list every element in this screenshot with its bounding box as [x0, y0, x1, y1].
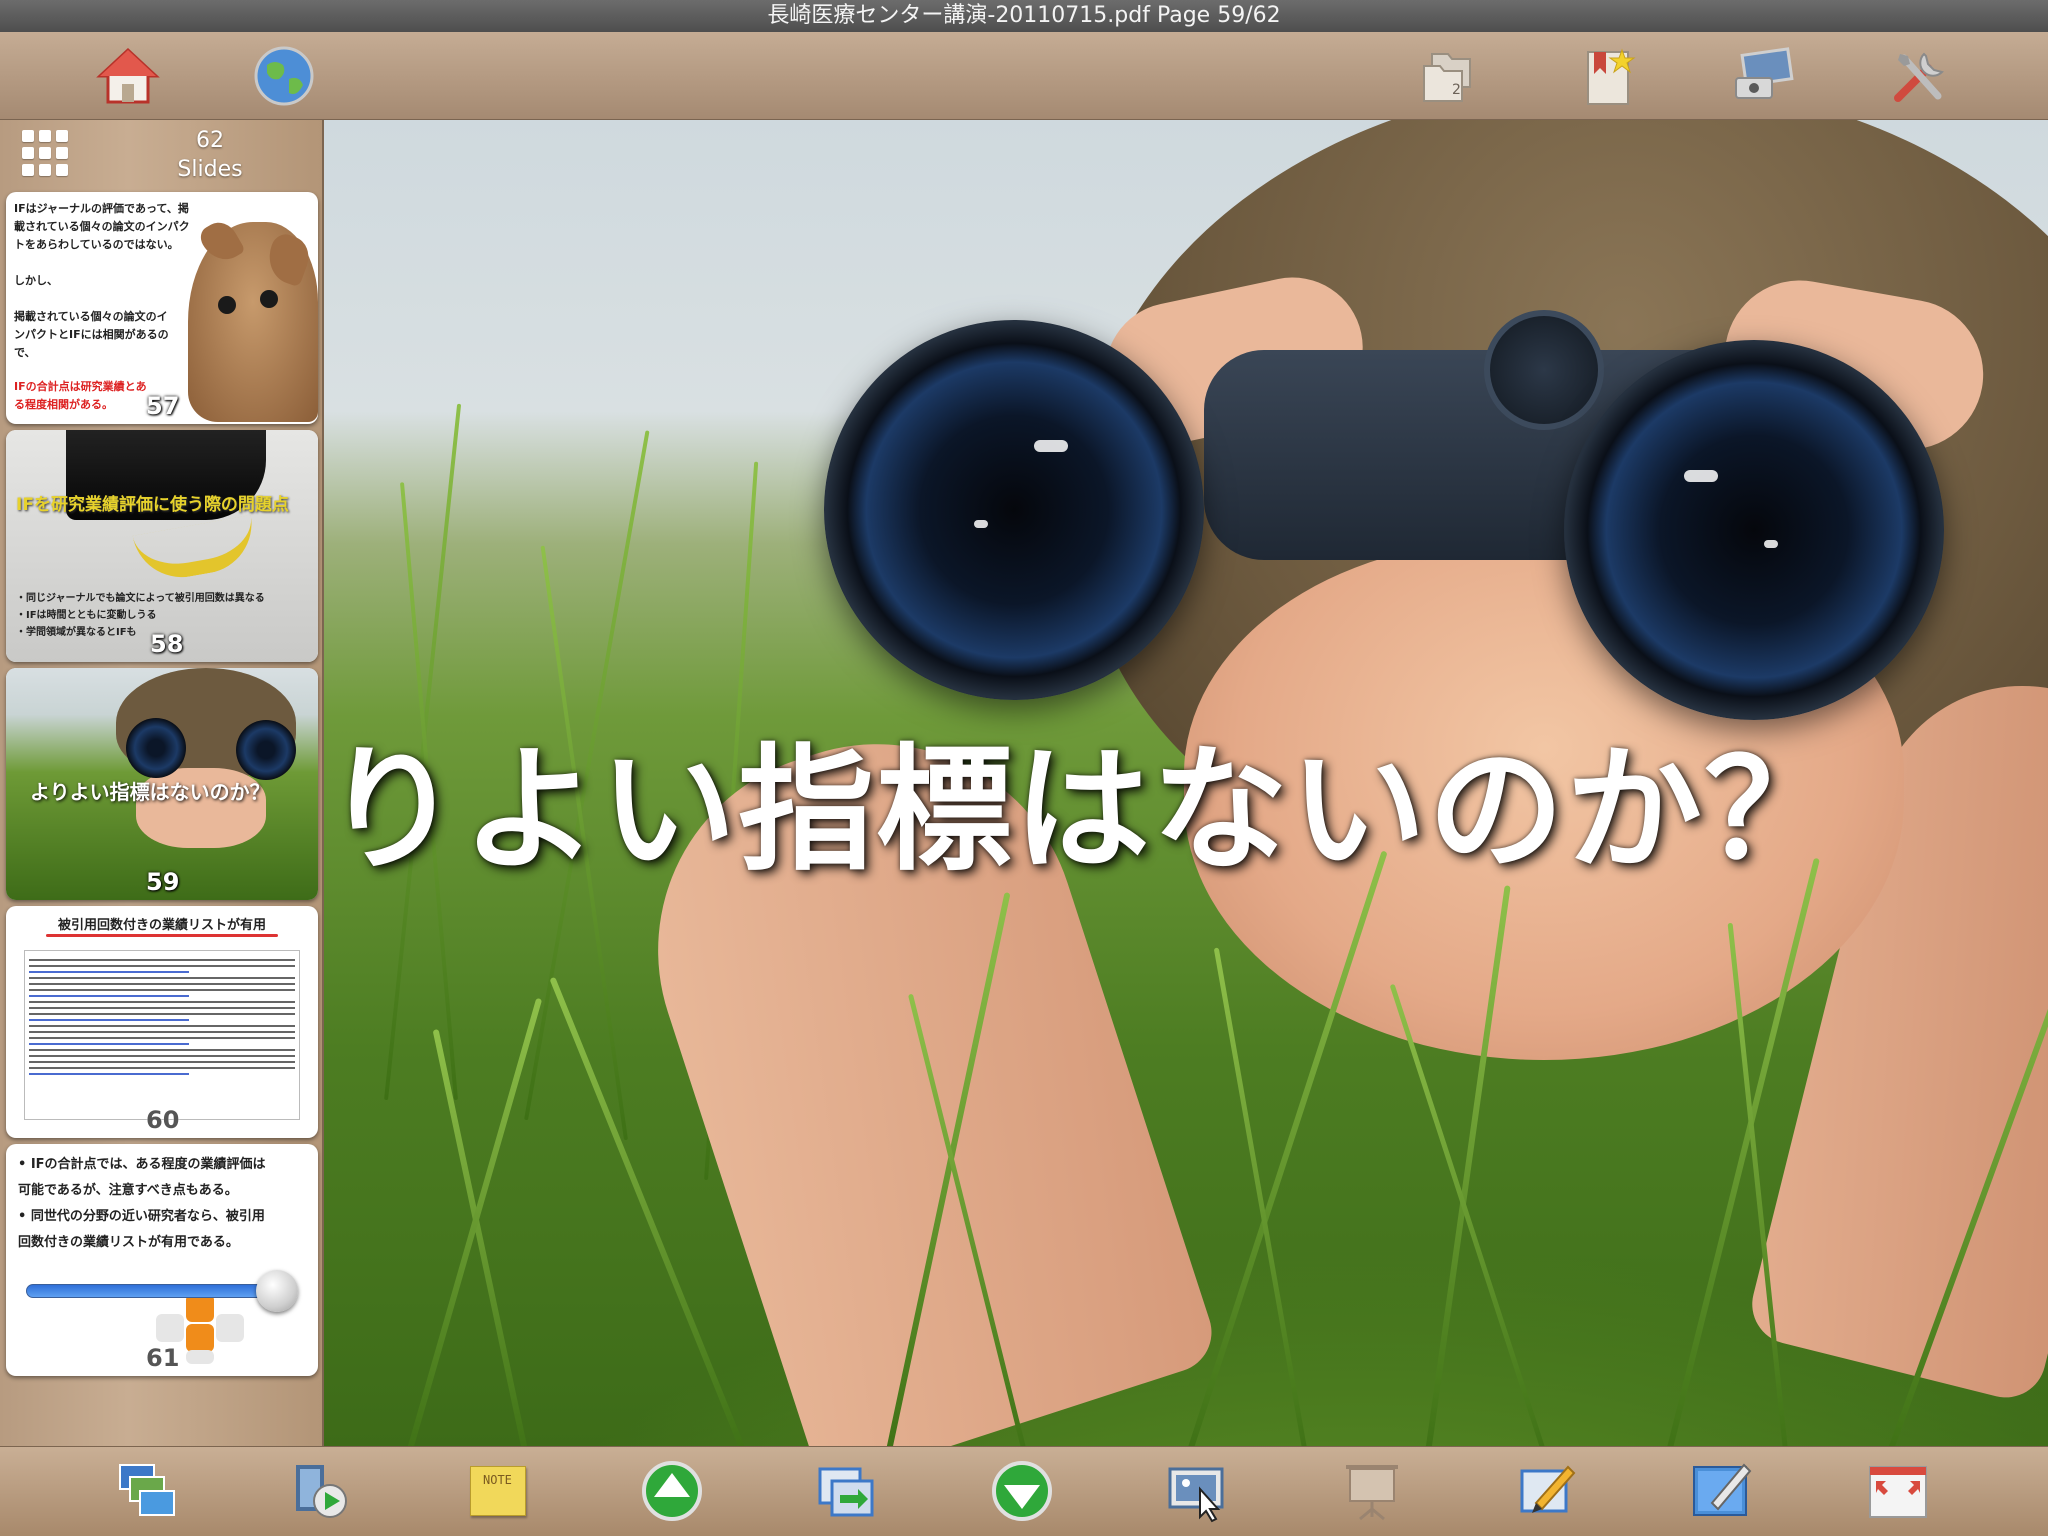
- slide-count: 62 Slides: [150, 126, 270, 184]
- up-arrow-icon: [642, 1461, 702, 1521]
- bookmark-star-icon: [1587, 48, 1636, 105]
- image-pointer-button[interactable]: [1166, 1459, 1230, 1523]
- slide-thumbnail-61[interactable]: • IFの合計点では、ある程度の業績評価は 可能であるが、注意すべき点もある。 …: [6, 1144, 318, 1376]
- thumb-59-caption: よりよい指標はないのか？: [30, 780, 270, 804]
- folders-icon: 2: [1423, 53, 1471, 102]
- presentation-screen-icon: [1346, 1465, 1398, 1521]
- windows-button[interactable]: [116, 1459, 180, 1523]
- thumb-58-title: IFを研究業績評価に使う際の問題点: [16, 495, 289, 515]
- grid-view-button[interactable]: [20, 128, 68, 176]
- draw-button[interactable]: [1690, 1459, 1754, 1523]
- display-button[interactable]: [1726, 40, 1798, 112]
- window-title: 長崎医療センター講演-20110715.pdf Page 59/62: [0, 0, 2048, 32]
- globe-icon: [254, 46, 314, 106]
- main-slide[interactable]: りよい指標はないのか？: [324, 120, 2048, 1446]
- export-icon: [818, 1467, 874, 1517]
- pen-annotate-icon: [1520, 1465, 1576, 1513]
- image-cursor-icon: [1168, 1467, 1224, 1523]
- bookmarks-button[interactable]: [1572, 40, 1644, 112]
- tools-icon: [1894, 52, 1944, 102]
- thumb-61-number: 61: [146, 1344, 180, 1372]
- folders-button[interactable]: 2: [1414, 40, 1486, 112]
- thumb-59-number: 59: [146, 868, 180, 896]
- slide-headline: りよい指標はないのか？: [324, 732, 1842, 890]
- svg-text:2: 2: [1452, 82, 1461, 98]
- grid-icon: [22, 130, 34, 142]
- note-icon: NOTE: [470, 1466, 526, 1516]
- bottom-toolbar: NOTE: [0, 1446, 2048, 1536]
- settings-button[interactable]: [1884, 40, 1956, 112]
- previous-slide-button[interactable]: [640, 1459, 704, 1523]
- thumb-61-bullets: • IFの合計点では、ある程度の業績評価は 可能であるが、注意すべき点もある。 …: [18, 1157, 266, 1250]
- thumb-57-number: 57: [146, 392, 180, 420]
- slideshow-play-icon: [296, 1465, 347, 1518]
- fullscreen-icon: [1869, 1466, 1927, 1518]
- slide-sidebar: 62 Slides IFはジャーナルの評価であって、掲 載されている個々の論文の…: [0, 120, 324, 1446]
- thumbnail-size-slider-knob[interactable]: [256, 1270, 299, 1312]
- next-slide-button[interactable]: [990, 1459, 1054, 1523]
- top-toolbar: 2: [0, 32, 2048, 120]
- home-button[interactable]: [92, 40, 164, 112]
- slide-thumbnail-57[interactable]: IFはジャーナルの評価であって、掲 載されている個々の論文のインパク トをあらわ…: [6, 192, 318, 424]
- home-icon: [96, 47, 160, 104]
- thumb-57-red-text: IFの合計点は研究業績とあ る程度相関がある。: [14, 380, 147, 411]
- web-button[interactable]: [248, 40, 320, 112]
- slide-thumbnail-58[interactable]: IFを研究業績評価に使う際の問題点 ・同じジャーナルでも論文によって被引用回数は…: [6, 430, 318, 662]
- thumb-58-number: 58: [150, 630, 184, 658]
- note-button[interactable]: NOTE: [466, 1459, 530, 1523]
- slide-thumbnail-59[interactable]: よりよい指標はないのか？ 59: [6, 668, 318, 900]
- down-arrow-icon: [992, 1461, 1052, 1521]
- slideshow-button[interactable]: [290, 1459, 354, 1523]
- export-button[interactable]: [814, 1459, 878, 1523]
- thumb-60-reference-list: [24, 950, 300, 1120]
- note-label: NOTE: [483, 1473, 512, 1487]
- slide-count-label: Slides: [177, 157, 243, 182]
- windows-icon: [119, 1464, 175, 1516]
- draw-board-icon: [1693, 1463, 1752, 1516]
- slide-thumbnail-60[interactable]: 被引用回数付きの業績リストが有用 60: [6, 906, 318, 1138]
- annotate-button[interactable]: [1516, 1459, 1580, 1523]
- thumb-57-text: IFはジャーナルの評価であって、掲 載されている個々の論文のインパク トをあらわ…: [14, 202, 190, 359]
- fullscreen-button[interactable]: [1866, 1459, 1930, 1523]
- thumb-60-title: 被引用回数付きの業績リストが有用: [57, 918, 266, 933]
- thumb-60-number: 60: [146, 1106, 180, 1134]
- presentation-button[interactable]: [1340, 1459, 1404, 1523]
- slide-count-number: 62: [196, 128, 224, 153]
- display-icon: [1735, 47, 1794, 99]
